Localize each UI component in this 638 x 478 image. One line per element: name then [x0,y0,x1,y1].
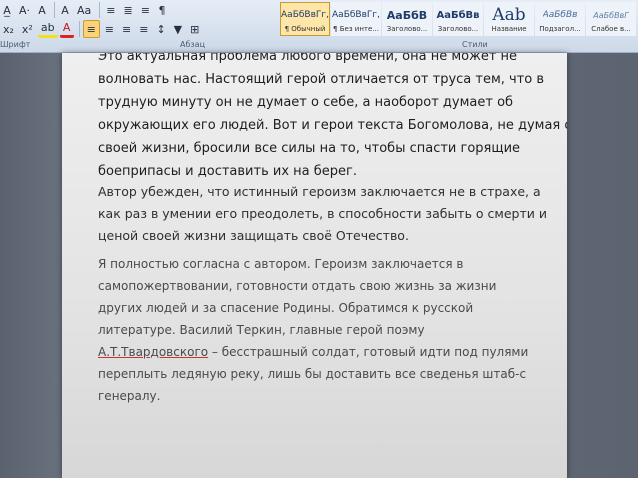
style-preview: АаБбВв [542,10,578,20]
style-name: ¶ Без инте... [333,25,379,33]
align-right-button[interactable]: ≡ [119,20,134,38]
style-name: Подзагол... [539,25,581,33]
font-size-decrease-button[interactable]: A̲ [0,1,14,19]
ribbon-row-top: A̲ A· A A Aa ≡ ≣ ≡ ¶ [0,0,171,20]
line-spacing-button[interactable]: ↕ [153,20,168,38]
ribbon-row-bottom: x₂ x² ab A ≡ ≡ ≡ ≡ ↕ ▼ ⊞ [0,19,204,39]
style-name: Заголово... [386,25,428,33]
style-subtitle[interactable]: АаБбВв Подзагол... [535,2,585,36]
style-preview: АаБбВв [436,9,480,21]
text-line: боеприпасы и доставить их на берег. [98,164,357,179]
justify-button[interactable]: ≡ [136,20,151,38]
style-preview: АаБбВвГ [593,10,629,20]
style-preview: АаБбВ [386,8,428,22]
paragraph-3: Я полностью согласна с автором. Героизм … [98,253,538,407]
style-preview: АаБбВвГг, [332,10,380,20]
paragraph-2: Автор убежден, что истинный героизм закл… [98,181,547,247]
font-size-increase-button[interactable]: A· [16,1,33,19]
text-line: других людей и за спасение Родины. Обрат… [98,301,474,315]
subscript-button[interactable]: x₂ [0,20,17,38]
style-preview: Aab [492,5,526,25]
text-line: самопожертвовании, готовности отдать сво… [98,279,497,293]
font-color-button[interactable]: A [59,20,74,38]
text-line: своей жизни, бросили все силы на то, что… [98,141,521,156]
misspelled-word[interactable]: А.Т.Твардовского [98,345,208,359]
ribbon-separator [99,2,101,18]
text-line: окружающих его людей. Вот и герои текста… [98,118,567,133]
text-line: переплыть ледяную реку, лишь бы доставит… [98,367,527,381]
document-page[interactable]: Это актуальная проблема любого времени, … [62,53,567,478]
text-line: волновать нас. Настоящий герой отличаетс… [98,72,545,87]
align-left-button[interactable]: ≡ [82,20,100,38]
text-fragment: – бесстрашный солдат, готовый идти под п… [208,345,529,359]
borders-button[interactable]: ⊞ [187,20,202,38]
ribbon-separator [78,21,80,37]
style-heading-2[interactable]: АаБбВв Заголово... [433,2,483,36]
change-case-button[interactable]: Aa [74,1,94,19]
shading-button[interactable]: ▼ [171,20,185,38]
ribbon-separator [54,2,56,18]
highlight-button[interactable]: A [58,1,72,19]
text-line: А.Т.Твардовского – бесстрашный солдат, г… [98,341,538,363]
style-title[interactable]: Aab Название [484,2,534,36]
numbering-button[interactable]: ≣ [121,1,136,19]
align-center-button[interactable]: ≡ [102,20,117,38]
text-line: Я полностью согласна с автором. Героизм … [98,257,464,271]
text-line: трудную минуту он не думает о себе, а на… [98,95,514,110]
style-name: Заголово... [437,25,479,33]
style-normal[interactable]: АаБбВвГг, ¶ Обычный [280,2,330,36]
text-line: Это актуальная проблема любого времени, … [98,53,518,64]
style-no-spacing[interactable]: АаБбВвГг, ¶ Без инте... [331,2,381,36]
text-line: Автор убежден, что истинный героизм закл… [98,184,541,199]
style-preview: АаБбВвГг, [281,10,329,20]
text-line: ценой своей жизни защищать своё Отечеств… [98,228,409,243]
style-heading-1[interactable]: АаБбВ Заголово... [382,2,432,36]
text-highlight-color-button[interactable]: ab [37,20,58,38]
text-line: как раз в умении его преодолеть, в спосо… [98,206,547,221]
group-label-paragraph: Абзац [180,40,206,49]
text-line: литературе. Василий Теркин, главные геро… [98,323,425,337]
bullets-button[interactable]: ≡ [103,1,118,19]
style-name: Слабое в... [591,25,631,33]
style-name: Название [491,25,527,33]
group-label-font: Шрифт [0,40,31,49]
style-name: ¶ Обычный [284,25,326,33]
ribbon-group-labels: Шрифт Абзац Стили [0,40,638,52]
style-subtle-emphasis[interactable]: АаБбВвГ Слабое в... [586,2,636,36]
group-label-styles: Стили [462,40,488,49]
ribbon: A̲ A· A A Aa ≡ ≣ ≡ ¶ x₂ x² ab A ≡ ≡ ≡ ≡ … [0,0,638,53]
quick-styles-gallery: АаБбВвГг, ¶ Обычный АаБбВвГг, ¶ Без инте… [280,2,637,36]
show-marks-button[interactable]: ¶ [155,1,169,19]
text-effects-button[interactable]: A [35,1,49,19]
paragraph-1: Это актуальная проблема любого времени, … [98,53,567,183]
indent-button[interactable]: ≡ [138,1,153,19]
superscript-button[interactable]: x² [19,20,36,38]
text-line: генералу. [98,389,161,403]
